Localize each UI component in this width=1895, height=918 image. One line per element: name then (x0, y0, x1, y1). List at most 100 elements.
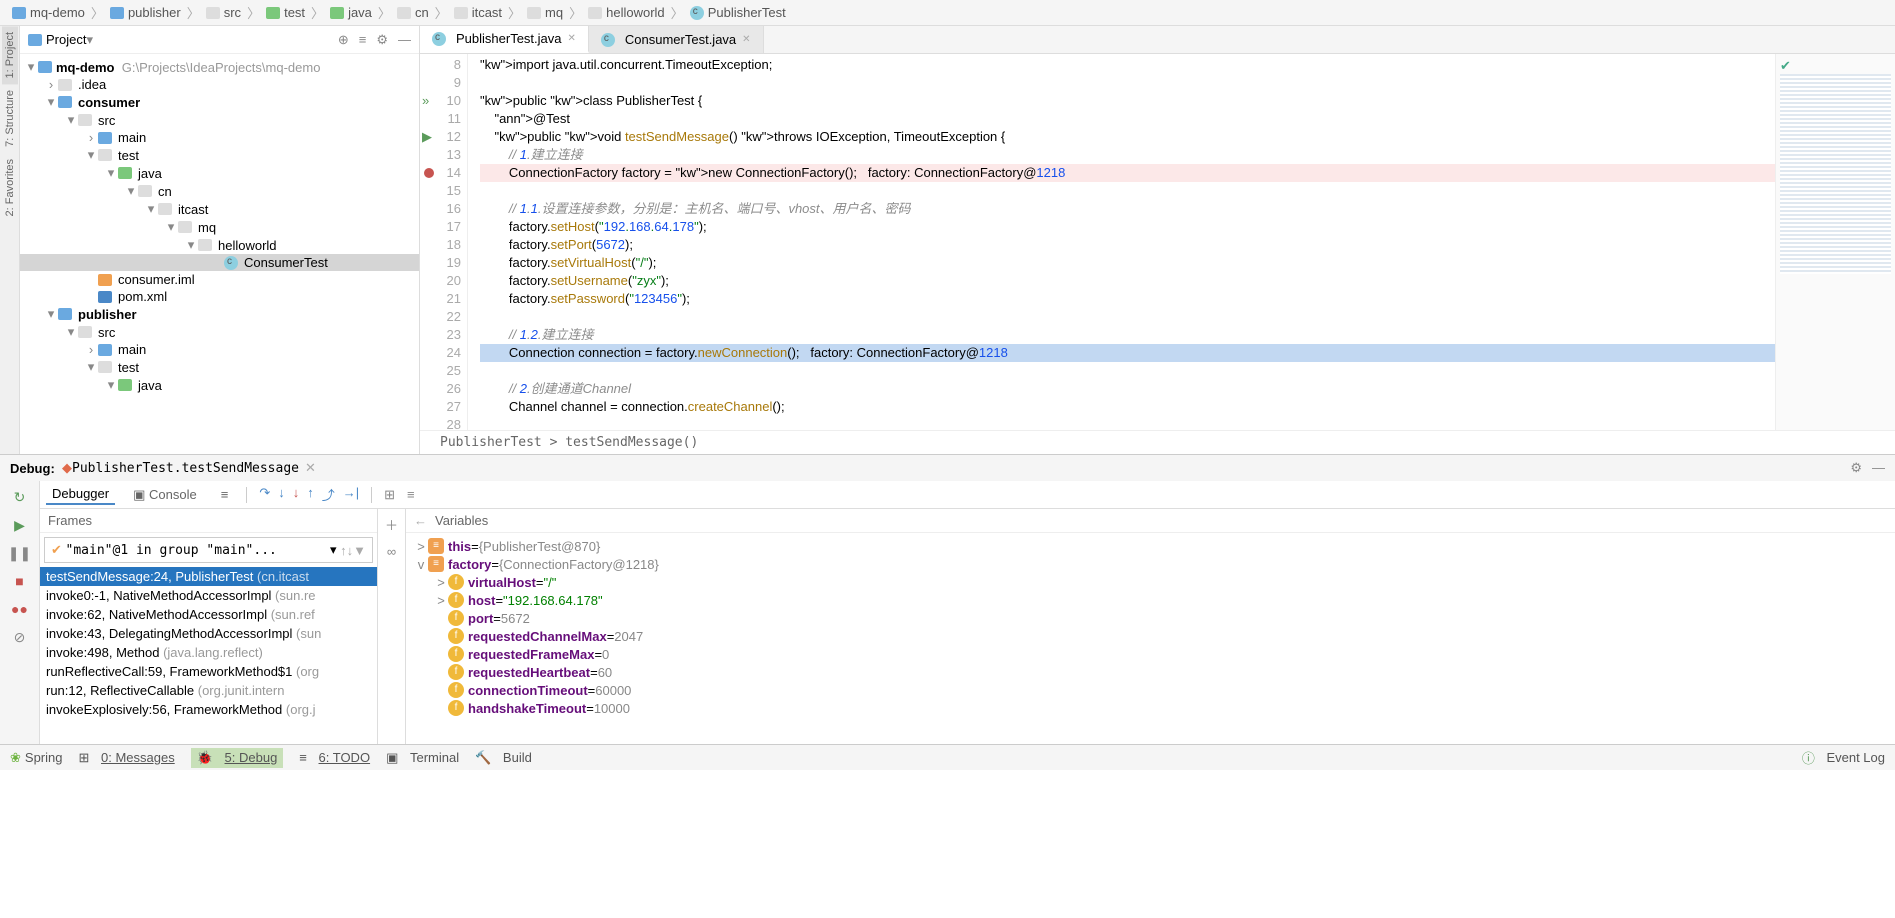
gear-icon[interactable]: ⚙ (1850, 460, 1862, 476)
link-icon[interactable]: ∞ (387, 544, 396, 559)
frame-item[interactable]: invokeExplosively:56, FrameworkMethod (o… (40, 700, 377, 719)
close-icon[interactable]: ✕ (568, 33, 576, 44)
back-icon[interactable]: ← (414, 513, 427, 528)
gear-icon[interactable]: ⚙ (376, 32, 388, 48)
editor-gutter[interactable]: 89»1011▶12131415161718192021222324252627… (420, 54, 468, 430)
crumb-7[interactable]: mq (525, 5, 565, 20)
crumb-4[interactable]: java (328, 5, 374, 20)
favorites-tool-tab[interactable]: 2: Favorites (2, 153, 18, 222)
tree-node[interactable]: ▾consumer (20, 93, 419, 111)
variable-row[interactable]: fport = 5672 (406, 609, 1895, 627)
step-into-icon[interactable]: ↓ (278, 485, 285, 504)
tree-node[interactable]: pom.xml (20, 288, 419, 305)
expand-icon[interactable]: ≡ (359, 32, 367, 48)
tree-node[interactable]: consumer.iml (20, 271, 419, 288)
terminal-tool[interactable]: ▣ Terminal (386, 750, 459, 766)
step-over-icon[interactable]: ↷ (259, 485, 270, 504)
variable-row[interactable]: >fvirtualHost = "/" (406, 573, 1895, 591)
project-tree[interactable]: ▾mq-demo G:\Projects\IdeaProjects\mq-dem… (20, 54, 419, 454)
tree-node[interactable]: ›.idea (20, 76, 419, 93)
project-panel-title[interactable]: Project ▾ (28, 32, 338, 48)
tree-node[interactable]: ▾src (20, 323, 419, 341)
frame-item[interactable]: invoke:498, Method (java.lang.reflect) (40, 643, 377, 662)
variable-row[interactable]: >fhost = "192.168.64.178" (406, 591, 1895, 609)
force-step-into-icon[interactable]: ↓ (293, 485, 300, 504)
add-icon[interactable]: ＋ (385, 515, 398, 534)
editor-tab-active[interactable]: PublisherTest.java✕ (420, 26, 589, 53)
variables-tree[interactable]: >≡this = {PublisherTest@870}v≡factory = … (406, 533, 1895, 744)
more-icon[interactable]: ≡ (407, 487, 415, 502)
project-tool-tab[interactable]: 1: Project (2, 26, 18, 84)
build-tool[interactable]: 🔨 Build (475, 750, 532, 766)
tree-root[interactable]: ▾mq-demo G:\Projects\IdeaProjects\mq-dem… (20, 58, 419, 76)
variable-row[interactable]: fhandshakeTimeout = 10000 (406, 699, 1895, 717)
hide-icon[interactable]: — (1872, 460, 1885, 476)
pause-icon[interactable]: ❚❚ (10, 543, 30, 563)
crumb-2[interactable]: src (204, 5, 243, 20)
frame-item[interactable]: run:12, ReflectiveCallable (org.junit.in… (40, 681, 377, 700)
variable-row[interactable]: v≡factory = {ConnectionFactory@1218} (406, 555, 1895, 573)
breakpoints-icon[interactable]: ●● (10, 599, 30, 619)
tree-node[interactable]: ▾mq (20, 218, 419, 236)
crumb-8[interactable]: helloworld (586, 5, 667, 20)
debugger-tab[interactable]: Debugger (46, 484, 115, 505)
todo-tool[interactable]: ≡ 6: TODO (299, 750, 370, 765)
tree-node[interactable]: ›main (20, 129, 419, 146)
hide-icon[interactable]: — (398, 32, 411, 48)
filter-icon[interactable]: ▼ (353, 543, 366, 558)
stop-icon[interactable]: ■ (10, 571, 30, 591)
tree-node[interactable]: ▾src (20, 111, 419, 129)
resume-icon[interactable]: ▶ (10, 515, 30, 535)
tree-node[interactable]: ▾java (20, 376, 419, 394)
threads-icon[interactable]: ≡ (215, 485, 235, 504)
close-icon[interactable]: ✕ (742, 34, 750, 45)
rerun-icon[interactable]: ↻ (10, 487, 30, 507)
spring-tool[interactable]: ❀Spring (10, 750, 62, 766)
mute-bp-icon[interactable]: ⊘ (10, 627, 30, 647)
run-to-cursor-icon[interactable]: →| (343, 485, 359, 504)
frame-item[interactable]: testSendMessage:24, PublisherTest (cn.it… (40, 567, 377, 586)
tree-node[interactable]: ▾itcast (20, 200, 419, 218)
evaluate-icon[interactable]: ⊞ (384, 487, 395, 503)
frame-item[interactable]: invoke:62, NativeMethodAccessorImpl (sun… (40, 605, 377, 624)
editor-tab[interactable]: ConsumerTest.java✕ (589, 26, 764, 53)
variable-row[interactable]: fconnectionTimeout = 60000 (406, 681, 1895, 699)
variable-row[interactable]: frequestedFrameMax = 0 (406, 645, 1895, 663)
tree-node[interactable]: ▾java (20, 164, 419, 182)
tree-node[interactable]: ›main (20, 341, 419, 358)
console-tab[interactable]: ▣ Console (127, 485, 203, 505)
variable-row[interactable]: >≡this = {PublisherTest@870} (406, 537, 1895, 555)
crumb-5[interactable]: cn (395, 5, 431, 20)
variable-row[interactable]: frequestedHeartbeat = 60 (406, 663, 1895, 681)
code-area[interactable]: "kw">import java.util.concurrent.Timeout… (468, 54, 1775, 430)
close-icon[interactable]: ✕ (305, 460, 316, 476)
tree-node[interactable]: ▾publisher (20, 305, 419, 323)
tree-node-selected[interactable]: ConsumerTest (20, 254, 419, 271)
tree-node[interactable]: ▾test (20, 146, 419, 164)
editor[interactable]: 89»1011▶12131415161718192021222324252627… (420, 54, 1895, 430)
tree-node[interactable]: ▾test (20, 358, 419, 376)
minimap[interactable]: ✔ (1775, 54, 1895, 430)
crumb-3[interactable]: test (264, 5, 307, 20)
messages-tool[interactable]: ⊞ 0: Messages (78, 750, 174, 766)
drop-frame-icon[interactable]: ⤴ (322, 485, 335, 504)
debug-tool[interactable]: 🐞 5: Debug (191, 748, 284, 768)
frame-item[interactable]: invoke0:-1, NativeMethodAccessorImpl (su… (40, 586, 377, 605)
debug-run-config[interactable]: PublisherTest.testSendMessage (72, 461, 299, 476)
thread-dropdown[interactable]: ✔ "main"@1 in group "main"... ▾ ↑ ↓ ▼ (44, 537, 373, 563)
event-log[interactable]: ⓘ Event Log (1802, 748, 1885, 767)
crumb-0[interactable]: mq-demo (10, 5, 87, 20)
crumb-6[interactable]: itcast (452, 5, 504, 20)
tree-node[interactable]: ▾cn (20, 182, 419, 200)
frame-item[interactable]: runReflectiveCall:59, FrameworkMethod$1 … (40, 662, 377, 681)
editor-breadcrumb[interactable]: PublisherTest > testSendMessage() (420, 430, 1895, 454)
variable-row[interactable]: frequestedChannelMax = 2047 (406, 627, 1895, 645)
step-out-icon[interactable]: ↑ (307, 485, 314, 504)
structure-tool-tab[interactable]: 7: Structure (2, 84, 18, 153)
tree-node[interactable]: ▾helloworld (20, 236, 419, 254)
frame-item[interactable]: invoke:43, DelegatingMethodAccessorImpl … (40, 624, 377, 643)
crumb-1[interactable]: publisher (108, 5, 183, 20)
frames-list[interactable]: testSendMessage:24, PublisherTest (cn.it… (40, 567, 377, 744)
crumb-9[interactable]: PublisherTest (688, 5, 788, 20)
target-icon[interactable]: ⊕ (338, 32, 349, 48)
